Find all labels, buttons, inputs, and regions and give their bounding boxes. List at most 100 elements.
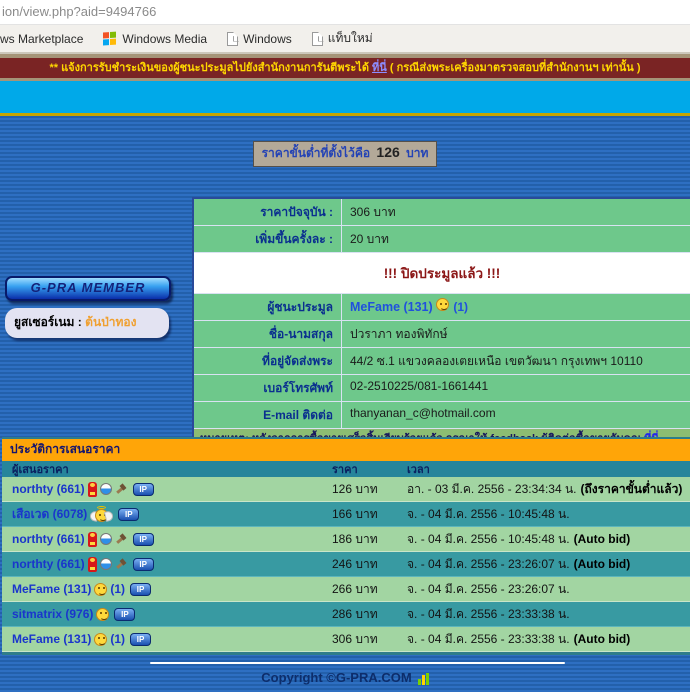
winner-row: ผู้ชนะประมูล MeFame (131) (1) bbox=[194, 294, 690, 320]
bidder-username-link[interactable]: northty (661) bbox=[12, 482, 85, 496]
gavel-icon bbox=[115, 558, 128, 571]
username-label: ยูสเซอร์เนม : bbox=[14, 315, 82, 329]
ip-icon[interactable]: IP bbox=[133, 483, 154, 496]
notice-here-link[interactable]: ที่นี่ bbox=[372, 62, 387, 74]
email-row: E-mail ติดต่อ thanyanan_c@hotmail.com bbox=[194, 402, 690, 428]
bidder-cell: sitmatrix (976) IP bbox=[2, 607, 332, 621]
winner-feedback-count: (1) bbox=[453, 300, 468, 314]
angel-smiley-icon bbox=[90, 506, 113, 522]
bid-price: 186 บาท bbox=[332, 530, 407, 549]
bid-history-section: ประวัติการเสนอราคา ผู้เสนอราคา ราคา เวลา… bbox=[2, 437, 690, 655]
phone-row: เบอร์โทรศัพท์ 02-2510225/081-1661441 bbox=[194, 375, 690, 401]
current-price-value: 306 บาท bbox=[342, 199, 690, 225]
cyan-band bbox=[0, 81, 690, 113]
bidder-username-link[interactable]: MeFame (131) bbox=[12, 582, 91, 596]
bidder-cell: northty (661) IP bbox=[2, 532, 332, 547]
email-label: E-mail ติดต่อ bbox=[194, 402, 341, 428]
smiley-icon bbox=[436, 298, 449, 311]
address-bar[interactable]: ion/view.php?aid=9494766 bbox=[0, 0, 690, 25]
shipping-address-value: 44/2 ซ.1 แขวงคลองเตยเหนือ เขตวัฒนา กรุงเ… bbox=[342, 348, 690, 374]
bid-time-cell: จ. - 04 มี.ค. 2556 - 23:26:07 น.(Auto bi… bbox=[407, 555, 690, 574]
bid-time-cell: อา. - 03 มี.ค. 2556 - 23:34:34 น.(ถึงราค… bbox=[407, 480, 690, 499]
bidder-username-link[interactable]: northty (661) bbox=[12, 557, 85, 571]
bid-row: northty (661) IP 246 บาท จ. - 04 มี.ค. 2… bbox=[2, 552, 690, 577]
bid-time-cell: จ. - 04 มี.ค. 2556 - 23:26:07 น. bbox=[407, 580, 690, 599]
bidder-cell: northty (661) IP bbox=[2, 557, 332, 572]
bid-row: เสือเวด (6078) IP 166 บาท จ. - 04 มี.ค. … bbox=[2, 502, 690, 527]
bookmark-label: Windows Media bbox=[122, 32, 207, 46]
globe-icon bbox=[100, 558, 112, 570]
bid-row: MeFame (131) (1) IP 266 บาท จ. - 04 มี.ค… bbox=[2, 577, 690, 602]
bookmarks-bar: ws Marketplace Windows Media Windows แท็… bbox=[0, 25, 690, 54]
bid-history-title: ประวัติการเสนอราคา bbox=[2, 437, 690, 461]
bidder-cell: MeFame (131) (1) IP bbox=[2, 632, 332, 646]
ip-icon[interactable]: IP bbox=[130, 583, 151, 596]
feedback-count-link[interactable]: (1) bbox=[110, 582, 125, 596]
winner-username-link[interactable]: MeFame (131) bbox=[350, 300, 433, 314]
bidder-username-link[interactable]: MeFame (131) bbox=[12, 632, 91, 646]
gold-divider bbox=[0, 113, 690, 116]
winner-label: ผู้ชนะประมูล bbox=[194, 294, 341, 320]
bid-time-cell: จ. - 04 มี.ค. 2556 - 23:33:38 น. bbox=[407, 605, 690, 624]
bid-price: 306 บาท bbox=[332, 630, 407, 649]
auction-info-table: ราคาปัจจุบัน : 306 บาท เพิ่มขึ้นครั้งละ … bbox=[192, 197, 690, 453]
red-figure-icon bbox=[88, 557, 97, 572]
address-url[interactable]: ion/view.php?aid=9494766 bbox=[2, 4, 156, 19]
footer-divider bbox=[150, 662, 565, 664]
bid-time: จ. - 04 มี.ค. 2556 - 23:33:38 น. bbox=[407, 632, 570, 646]
bidder-username-link[interactable]: เสือเวด (6078) bbox=[12, 505, 87, 524]
ip-icon[interactable]: IP bbox=[133, 558, 154, 571]
ip-icon[interactable]: IP bbox=[133, 533, 154, 546]
smiley-icon bbox=[94, 633, 107, 646]
bid-price: 126 บาท bbox=[332, 480, 407, 499]
page-icon bbox=[312, 32, 323, 46]
min-price-wrap: ราคาขั้นต่ำที่ตั้งไว้คือ 126 บาท bbox=[0, 141, 690, 167]
member-sidebar: G-PRA MEMBER ยูสเซอร์เนม : ต้นป่าทอง bbox=[5, 276, 173, 338]
phone-value: 02-2510225/081-1661441 bbox=[342, 375, 690, 401]
column-bidder: ผู้เสนอราคา bbox=[2, 460, 332, 478]
bidder-username-link[interactable]: sitmatrix (976) bbox=[12, 607, 93, 621]
bookmark-windows[interactable]: Windows bbox=[227, 32, 292, 46]
bid-price: 166 บาท bbox=[332, 505, 407, 524]
bid-row: northty (661) IP 126 บาท อา. - 03 มี.ค. … bbox=[2, 477, 690, 502]
bid-note: (Auto bid) bbox=[574, 532, 631, 546]
bidder-cell: เสือเวด (6078) IP bbox=[2, 505, 332, 524]
shipping-address-label: ที่อยู่จัดส่งพระ bbox=[194, 348, 341, 374]
bookmark-label: ws Marketplace bbox=[0, 32, 83, 46]
bid-table-bottom-edge bbox=[2, 652, 690, 655]
copyright-text: Copyright ©G-PRA.COM bbox=[261, 670, 411, 685]
bid-row: northty (661) IP 186 บาท จ. - 04 มี.ค. 2… bbox=[2, 527, 690, 552]
ip-icon[interactable]: IP bbox=[114, 608, 135, 621]
name-value: ปวราภา ทองพิทักษ์ bbox=[342, 321, 690, 347]
hit-counter-icon bbox=[418, 673, 429, 685]
bid-time-cell: จ. - 04 มี.ค. 2556 - 10:45:48 น.(Auto bi… bbox=[407, 530, 690, 549]
bid-time: จ. - 04 มี.ค. 2556 - 10:45:48 น. bbox=[407, 507, 570, 521]
bid-row: MeFame (131) (1) IP 306 บาท จ. - 04 มี.ค… bbox=[2, 627, 690, 652]
bid-time: จ. - 04 มี.ค. 2556 - 23:33:38 น. bbox=[407, 607, 570, 621]
column-price: ราคา bbox=[332, 460, 407, 478]
ip-icon[interactable]: IP bbox=[130, 633, 151, 646]
ip-icon[interactable]: IP bbox=[118, 508, 139, 521]
bid-note: (Auto bid) bbox=[574, 632, 631, 646]
feedback-count-link[interactable]: (1) bbox=[110, 632, 125, 646]
increment-value: 20 บาท bbox=[342, 226, 690, 252]
bookmark-marketplace[interactable]: ws Marketplace bbox=[0, 32, 83, 46]
name-label: ชื่อ-นามสกุล bbox=[194, 321, 341, 347]
winner-value: MeFame (131) (1) bbox=[342, 294, 690, 320]
min-price-label: ราคาขั้นต่ำที่ตั้งไว้คือ 126 บาท bbox=[253, 141, 438, 167]
increment-label: เพิ่มขึ้นครั้งละ : bbox=[194, 226, 341, 252]
globe-icon bbox=[100, 533, 112, 545]
bid-time-cell: จ. - 04 มี.ค. 2556 - 10:45:48 น. bbox=[407, 505, 690, 524]
smiley-icon bbox=[96, 608, 109, 621]
email-value: thanyanan_c@hotmail.com bbox=[342, 402, 690, 428]
bookmark-windows-media[interactable]: Windows Media bbox=[103, 32, 207, 46]
bidder-username-link[interactable]: northty (661) bbox=[12, 532, 85, 546]
bid-history-header: ผู้เสนอราคา ราคา เวลา bbox=[2, 461, 690, 477]
bid-time: จ. - 04 มี.ค. 2556 - 23:26:07 น. bbox=[407, 582, 570, 596]
current-price-label: ราคาปัจจุบัน : bbox=[194, 199, 341, 225]
bookmark-new-tab[interactable]: แท็บใหม่ bbox=[312, 29, 373, 48]
column-time: เวลา bbox=[407, 460, 690, 478]
phone-label: เบอร์โทรศัพท์ bbox=[194, 375, 341, 401]
gpra-member-button[interactable]: G-PRA MEMBER bbox=[5, 276, 171, 301]
windows-flag-icon bbox=[103, 31, 117, 46]
